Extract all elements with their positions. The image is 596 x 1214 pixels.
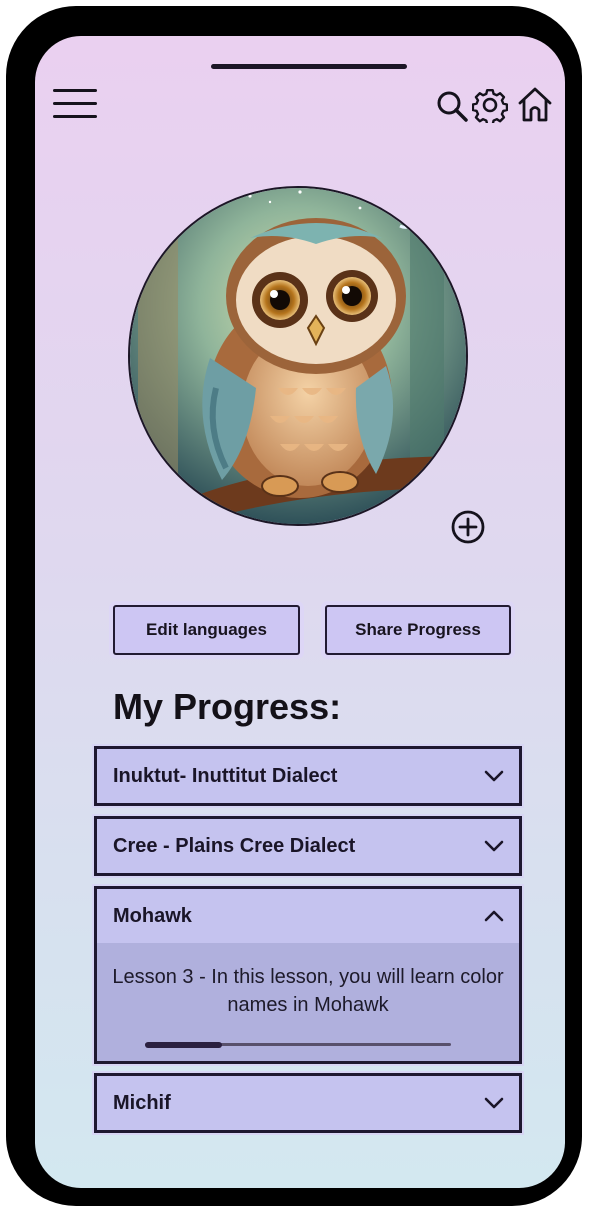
chevron-down-icon [484,1097,504,1109]
accordion-header[interactable]: Inuktut- Inuttitut Dialect [97,749,519,803]
chevron-up-icon [484,910,504,922]
progress-fill [145,1042,222,1048]
edit-languages-button[interactable]: Edit languages [113,605,300,655]
accordion-item-mohawk[interactable]: Mohawk Lesson 3 - In this lesson, you wi… [94,886,522,1064]
chevron-down-icon [484,770,504,782]
accordion-label: Michif [113,1091,171,1114]
plus-circle-icon[interactable] [450,509,486,545]
gear-icon[interactable] [472,87,508,123]
hamburger-menu-icon[interactable] [53,89,97,119]
home-icon[interactable] [516,85,554,123]
section-title: My Progress: [113,686,342,727]
phone-frame: Edit languages Share Progress My Progres… [6,6,582,1206]
accordion-item-michif[interactable]: Michif [94,1073,522,1133]
share-progress-button[interactable]: Share Progress [325,605,511,655]
search-icon[interactable] [435,89,469,123]
accordion-label: Mohawk [113,904,192,927]
accordion-header[interactable]: Cree - Plains Cree Dialect [97,819,519,873]
app-screen: Edit languages Share Progress My Progres… [35,36,565,1188]
accordion-label: Inuktut- Inuttitut Dialect [113,764,338,787]
accordion-header[interactable]: Michif [97,1076,519,1130]
accordion-item-inuktut[interactable]: Inuktut- Inuttitut Dialect [94,746,522,806]
chevron-down-icon [484,840,504,852]
lesson-description: Lesson 3 - In this lesson, you will lear… [112,966,504,1016]
lesson-panel: Lesson 3 - In this lesson, you will lear… [97,943,519,1061]
owl-avatar-illustration[interactable] [128,186,468,526]
accordion-item-cree[interactable]: Cree - Plains Cree Dialect [94,816,522,876]
speaker-notch [211,64,407,69]
accordion-header[interactable]: Mohawk [97,889,519,943]
accordion-label: Cree - Plains Cree Dialect [113,834,356,857]
